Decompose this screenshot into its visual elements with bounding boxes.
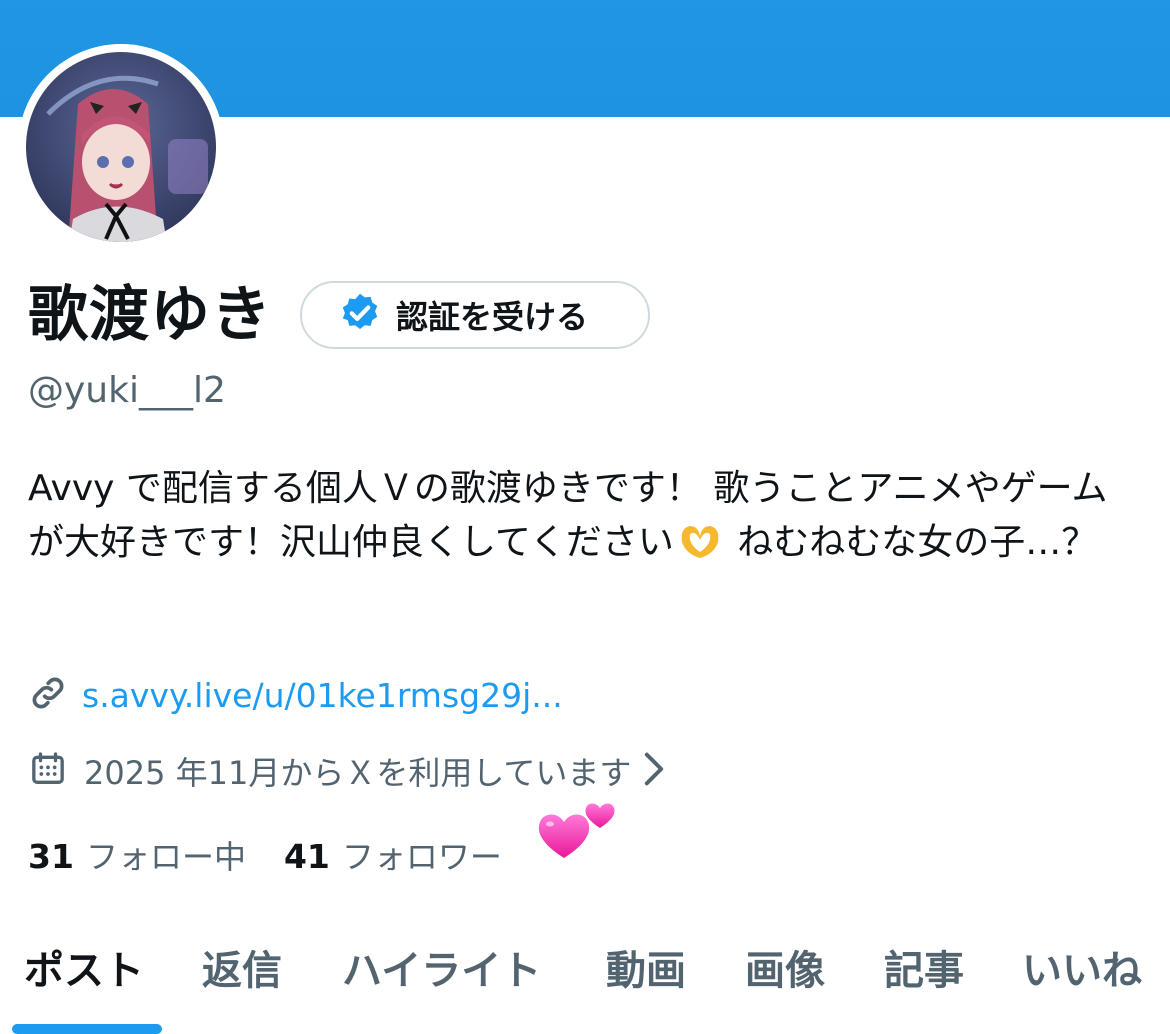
website-row: s.avvy.live/u/01ke1rmsg29j... (28, 672, 563, 718)
profile-tabs: ポスト 返信 ハイライト 動画 画像 記事 いいね (0, 930, 1170, 1034)
active-tab-indicator (12, 1024, 162, 1034)
tab-articles[interactable]: 記事 (884, 938, 964, 996)
avatar[interactable] (18, 44, 224, 250)
chevron-right-icon (643, 751, 665, 791)
tab-videos[interactable]: 動画 (606, 938, 686, 996)
user-handle: @yuki___l2 (28, 370, 226, 411)
link-icon (28, 673, 68, 717)
get-verified-label: 認証を受ける (396, 298, 589, 336)
following-link[interactable]: 31 フォロー中 (28, 832, 246, 878)
verified-badge-icon (338, 291, 382, 339)
following-label: フォロー中 (85, 838, 246, 876)
following-count: 31 (28, 837, 74, 876)
join-date-row[interactable]: 2025 年11月からＸを利用しています (28, 748, 665, 794)
calendar-icon (28, 749, 68, 793)
display-name: 歌渡ゆき (28, 280, 272, 350)
tab-likes[interactable]: いいね (1022, 938, 1142, 996)
followers-count: 41 (283, 837, 330, 876)
tab-highlights[interactable]: ハイライト (342, 938, 541, 996)
tab-posts[interactable]: ポスト (24, 938, 144, 996)
heart-hands-emoji (678, 520, 722, 576)
two-hearts-emoji (536, 792, 626, 866)
website-link[interactable]: s.avvy.live/u/01ke1rmsg29j... (82, 676, 563, 715)
follow-stats: 31 フォロー中 41 フォロワー (28, 832, 502, 878)
followers-label: フォロワー (341, 838, 502, 876)
bio: Avvy で配信する個人Ｖの歌渡ゆきです！ 歌うことアニメやゲームが大好きです！… (28, 462, 1138, 576)
name-row: 歌渡ゆき 認証を受ける (28, 270, 650, 360)
get-verified-button[interactable]: 認証を受ける (300, 281, 650, 349)
followers-link[interactable]: 41 フォロワー (284, 832, 502, 878)
bio-text-2: ねむねむな女の子…？ (725, 522, 1098, 563)
join-date-text: 2025 年11月からＸを利用しています (84, 754, 632, 792)
tab-replies[interactable]: 返信 (202, 938, 282, 996)
profile-page: 歌渡ゆき 認証を受ける @yuki___l2 Avvy で配信する個人Ｖの歌渡ゆ… (0, 0, 1170, 1034)
tab-images[interactable]: 画像 (745, 938, 825, 996)
